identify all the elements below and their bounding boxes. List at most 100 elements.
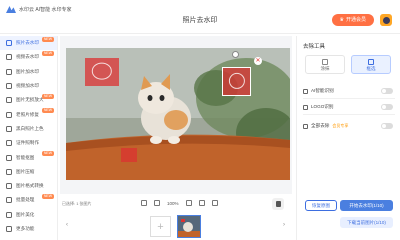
- sidebar-item-compress[interactable]: 图片压缩: [0, 165, 57, 179]
- watermark-selection-box[interactable]: [222, 67, 251, 96]
- new-badge: NEW: [41, 108, 54, 114]
- thumbnail-item[interactable]: [177, 215, 201, 238]
- add-image-button[interactable]: +: [150, 216, 171, 237]
- mode-brush-button[interactable]: 涂抹: [305, 55, 345, 74]
- option-label: 全部去除: [311, 123, 330, 128]
- sidebar-item-photo-remove[interactable]: 照片去水印 NEW: [0, 36, 57, 51]
- open-vip-button[interactable]: ♛ 开通会员: [331, 14, 374, 26]
- mode-label: 涂抹: [320, 66, 330, 71]
- compress-icon: [6, 168, 12, 175]
- sidebar-item-more[interactable]: 更多功能: [0, 222, 57, 236]
- restore-icon: [6, 111, 12, 118]
- video-icon: [6, 54, 12, 61]
- close-icon[interactable]: ✕: [254, 57, 262, 65]
- sidebar-item-upscale[interactable]: 图片无损放大 NEW: [0, 93, 57, 107]
- sidebar-item-old-photo[interactable]: 老照片修复 NEW: [0, 107, 57, 121]
- scissors-icon: [6, 154, 12, 161]
- sidebar-item-image-add[interactable]: 图片加水印: [0, 65, 57, 79]
- watermark-logo-icon: [228, 72, 245, 90]
- divider: [303, 98, 395, 99]
- option-ai-detect: AI智能识别: [303, 86, 395, 96]
- grid-icon: [6, 226, 12, 232]
- sidebar-item-label: 图片美化: [16, 211, 35, 217]
- sidebar-item-label: 黑白照片上色: [16, 125, 44, 131]
- app-logo[interactable]: 水印云 AI智能 水印专家: [6, 6, 72, 13]
- top-bar: 水印云 AI智能 水印专家 照片去水印 ♛ 开通会员: [0, 0, 400, 34]
- sidebar-item-label: 图片压缩: [16, 168, 35, 174]
- logo-detect-icon: [303, 104, 308, 110]
- batch-icon: [6, 197, 12, 204]
- logo-detect-toggle[interactable]: [381, 104, 393, 110]
- logo-icon: [6, 6, 16, 13]
- option-label: LOGO识别: [311, 104, 334, 109]
- sidebar-item-beautify[interactable]: 图片美化: [0, 208, 57, 222]
- open-vip-label: 开通会员: [345, 17, 366, 23]
- remove-all-icon: [303, 123, 308, 129]
- delete-button[interactable]: [272, 198, 284, 210]
- mode-box-select-button[interactable]: 框选: [351, 55, 391, 74]
- photo-icon: [6, 40, 12, 47]
- image-add-icon: [6, 68, 12, 75]
- sidebar-item-video-remove[interactable]: 视频去水印 NEW: [0, 50, 57, 64]
- sidebar: 照片去水印 NEW 视频去水印 NEW 图片加水印 视频加水印 图片无损放大 N…: [0, 36, 58, 240]
- app-name: 水印云 AI智能 水印专家: [19, 7, 72, 13]
- zoom-out-icon[interactable]: [154, 200, 160, 206]
- sidebar-item-colorize[interactable]: 黑白照片上色: [0, 122, 57, 136]
- sidebar-item-label: 更多功能: [16, 226, 35, 231]
- upscale-icon: [6, 97, 12, 104]
- option-logo-detect: LOGO识别: [303, 102, 395, 112]
- sidebar-item-label: 证件照制作: [16, 140, 39, 146]
- new-badge: NEW: [41, 37, 54, 42]
- ai-icon: [303, 88, 308, 94]
- thumbnail-strip: ‹ + ›: [60, 213, 292, 240]
- watermark-region[interactable]: [85, 58, 119, 86]
- sidebar-item-label: 图片格式转换: [16, 183, 44, 189]
- zoom-in-icon[interactable]: [185, 200, 192, 206]
- thumbnail-image: [178, 216, 200, 237]
- vip-badge: 会员专享: [332, 123, 349, 128]
- ai-detect-toggle[interactable]: [381, 88, 393, 94]
- chevron-left-icon[interactable]: ‹: [66, 222, 72, 228]
- new-badge: NEW: [41, 51, 54, 57]
- sidebar-item-label: 图片加水印: [16, 68, 39, 74]
- avatar-face-icon: [382, 16, 390, 24]
- download-current-button[interactable]: 下载当前图片(1/10): [340, 217, 393, 228]
- avatar[interactable]: [380, 14, 392, 26]
- sidebar-item-label: 智能抠图: [16, 154, 35, 160]
- app-window: 水印云 AI智能 水印专家 照片去水印 ♛ 开通会员 照片去水印 NEW 视频去…: [0, 0, 400, 240]
- sparkle-icon: [6, 211, 12, 218]
- id-card-icon: [6, 140, 12, 147]
- sidebar-item-convert[interactable]: 图片格式转换: [0, 179, 57, 193]
- compare-icon[interactable]: [211, 200, 218, 206]
- sidebar-item-cutout[interactable]: 智能抠图 NEW: [0, 150, 57, 164]
- sidebar-item-label: 视频去水印: [16, 54, 39, 60]
- right-panel: 去除工具 涂抹 框选 AI智能识别 LOGO识别 全部去除 会员专享 恢复原图: [296, 36, 400, 240]
- sidebar-item-label: 照片去水印: [16, 40, 39, 46]
- new-badge: NEW: [41, 194, 54, 200]
- chevron-right-icon[interactable]: ›: [283, 222, 289, 228]
- restore-original-button[interactable]: 恢复原图: [305, 200, 337, 211]
- watermark-logo-icon: [91, 63, 113, 80]
- new-badge: NEW: [41, 151, 54, 157]
- remove-all-toggle[interactable]: [381, 123, 393, 129]
- option-label: AI智能识别: [311, 88, 334, 93]
- crown-icon: ♛: [339, 17, 344, 23]
- watermark-region[interactable]: [121, 148, 137, 162]
- option-remove-all: 全部去除 会员专享: [303, 121, 395, 131]
- sidebar-item-label: 图片无损放大: [16, 97, 44, 103]
- sidebar-item-label: 视频加水印: [16, 83, 39, 89]
- convert-icon: [6, 183, 12, 190]
- trash-icon: [275, 201, 281, 207]
- rotate-handle-icon[interactable]: [232, 51, 239, 58]
- selection-info: 已选择: 1 张图片: [62, 201, 92, 206]
- fit-screen-icon[interactable]: [198, 200, 205, 206]
- mode-label: 框选: [366, 66, 376, 71]
- new-badge: NEW: [41, 94, 54, 100]
- divider: [303, 114, 395, 115]
- start-remove-button[interactable]: 开始去水印(1/10): [340, 200, 393, 211]
- sidebar-item-id-photo[interactable]: 证件照制作: [0, 136, 57, 150]
- box-select-icon: [368, 59, 374, 65]
- hand-icon[interactable]: [141, 200, 147, 206]
- sidebar-item-batch[interactable]: 批量处理 NEW: [0, 193, 57, 207]
- sidebar-item-video-add[interactable]: 视频加水印: [0, 79, 57, 93]
